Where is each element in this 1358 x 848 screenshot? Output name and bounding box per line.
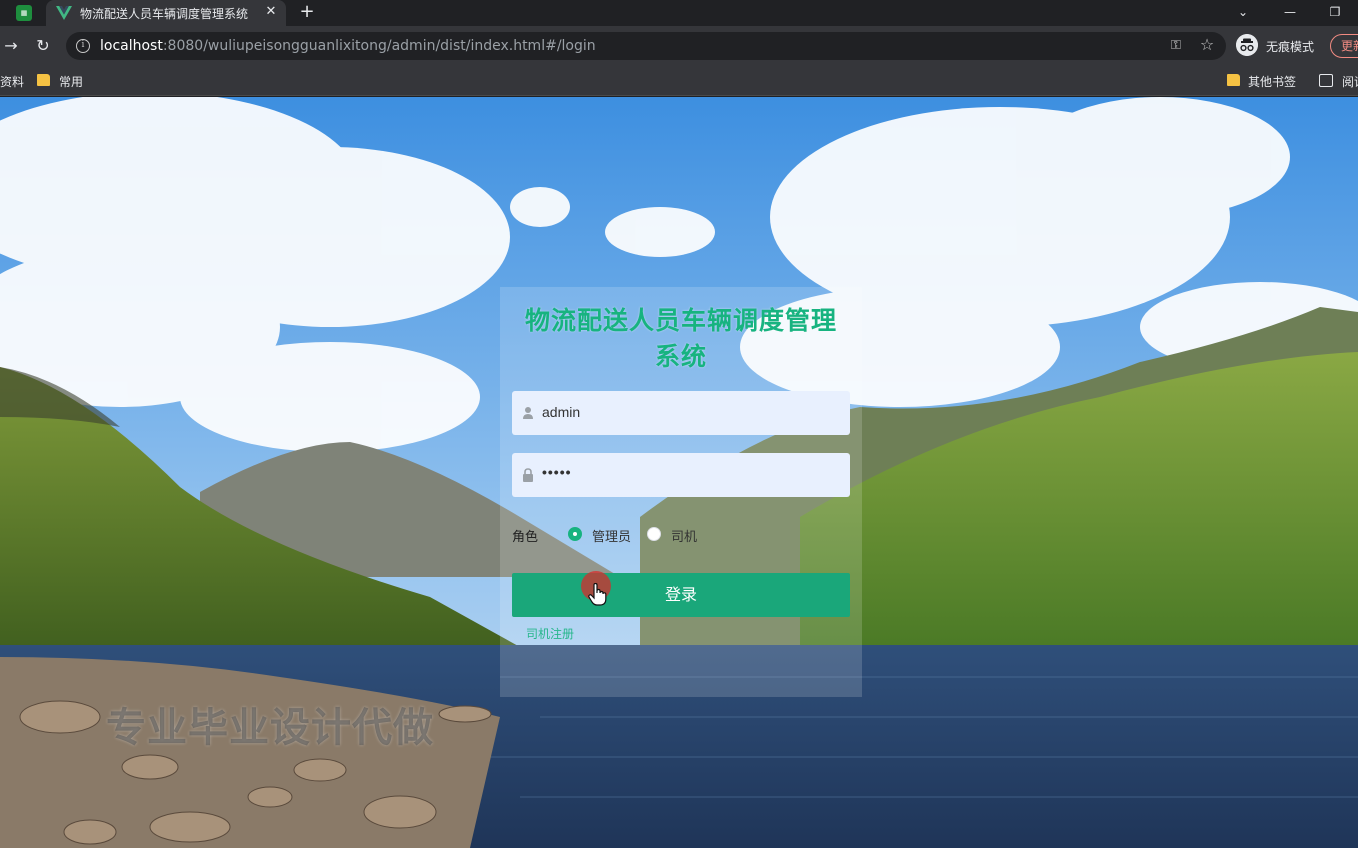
page-viewport: 物流配送人员车辆调度管理系统 admin ••••• 角色 管理员 司机 登录 … — [0, 97, 1358, 848]
tab-strip: ▦ 物流配送人员车辆调度管理系统 ✕ + ⌄ — ❐ — [0, 0, 1358, 26]
role-option-admin[interactable]: 管理员 — [592, 526, 631, 545]
reading-list-icon[interactable] — [1319, 74, 1333, 87]
app-tab-icon[interactable]: ▦ — [16, 5, 32, 21]
forward-arrow-icon[interactable]: → — [0, 35, 22, 57]
user-icon — [523, 407, 533, 419]
incognito-icon — [1236, 34, 1258, 56]
password-input[interactable]: ••••• — [512, 453, 850, 497]
role-radio-admin[interactable] — [568, 527, 582, 541]
login-panel: 物流配送人员车辆调度管理系统 admin ••••• 角色 管理员 司机 登录 … — [500, 287, 862, 697]
bookmark-folder-common[interactable]: 常用 — [59, 73, 83, 90]
tab-title: 物流配送人员车辆调度管理系统 — [80, 7, 249, 21]
restore-window-icon[interactable]: ❐ — [1324, 2, 1346, 22]
vue-logo-icon — [56, 6, 72, 20]
new-tab-plus-icon[interactable]: + — [296, 1, 318, 23]
incognito-label: 无痕模式 — [1266, 40, 1315, 54]
role-label: 角色 — [512, 530, 539, 545]
close-tab-icon[interactable]: ✕ — [262, 2, 280, 22]
password-key-icon[interactable]: ⚿ — [1167, 37, 1185, 55]
address-bar[interactable]: i localhost:8080/wuliupeisongguanlixiton… — [66, 32, 1226, 60]
password-value: ••••• — [542, 464, 572, 480]
browser-toolbar: → ↻ i localhost:8080/wuliupeisongguanlix… — [0, 26, 1358, 66]
lock-icon — [523, 468, 533, 482]
role-radio-driver[interactable] — [647, 527, 661, 541]
update-button[interactable]: 更新 — [1330, 34, 1358, 58]
role-option-driver[interactable]: 司机 — [671, 526, 697, 545]
other-bookmarks[interactable]: 其他书签 — [1248, 73, 1296, 90]
username-value: admin — [542, 404, 581, 420]
reading-list-label[interactable]: 阅读 — [1342, 73, 1358, 90]
system-title: 物流配送人员车辆调度管理系统 — [524, 306, 837, 371]
role-selector: 角色 管理员 司机 — [512, 525, 850, 545]
minimize-window-icon[interactable]: — — [1279, 2, 1301, 22]
watermark-text: 专业毕业设计代做 — [106, 705, 434, 751]
hand-pointer-icon — [588, 583, 607, 606]
login-button[interactable]: 登录 — [512, 573, 850, 617]
bookmark-star-icon[interactable]: ☆ — [1198, 36, 1216, 54]
folder-icon — [1227, 74, 1240, 86]
site-info-icon[interactable]: i — [76, 39, 90, 53]
username-input[interactable]: admin — [512, 391, 850, 435]
driver-register-link[interactable]: 司机注册 — [526, 625, 574, 642]
active-tab[interactable]: 物流配送人员车辆调度管理系统 ✕ — [46, 0, 286, 26]
bookmarks-bar: 资料 常用 其他书签 阅读 — [0, 66, 1358, 96]
url-text[interactable]: localhost:8080/wuliupeisongguanlixitong/… — [100, 38, 596, 54]
tab-search-chevron-icon[interactable]: ⌄ — [1232, 2, 1254, 22]
reload-icon[interactable]: ↻ — [32, 35, 54, 57]
bookmark-folder-partial[interactable]: 资料 — [0, 73, 24, 90]
folder-icon — [37, 74, 50, 86]
